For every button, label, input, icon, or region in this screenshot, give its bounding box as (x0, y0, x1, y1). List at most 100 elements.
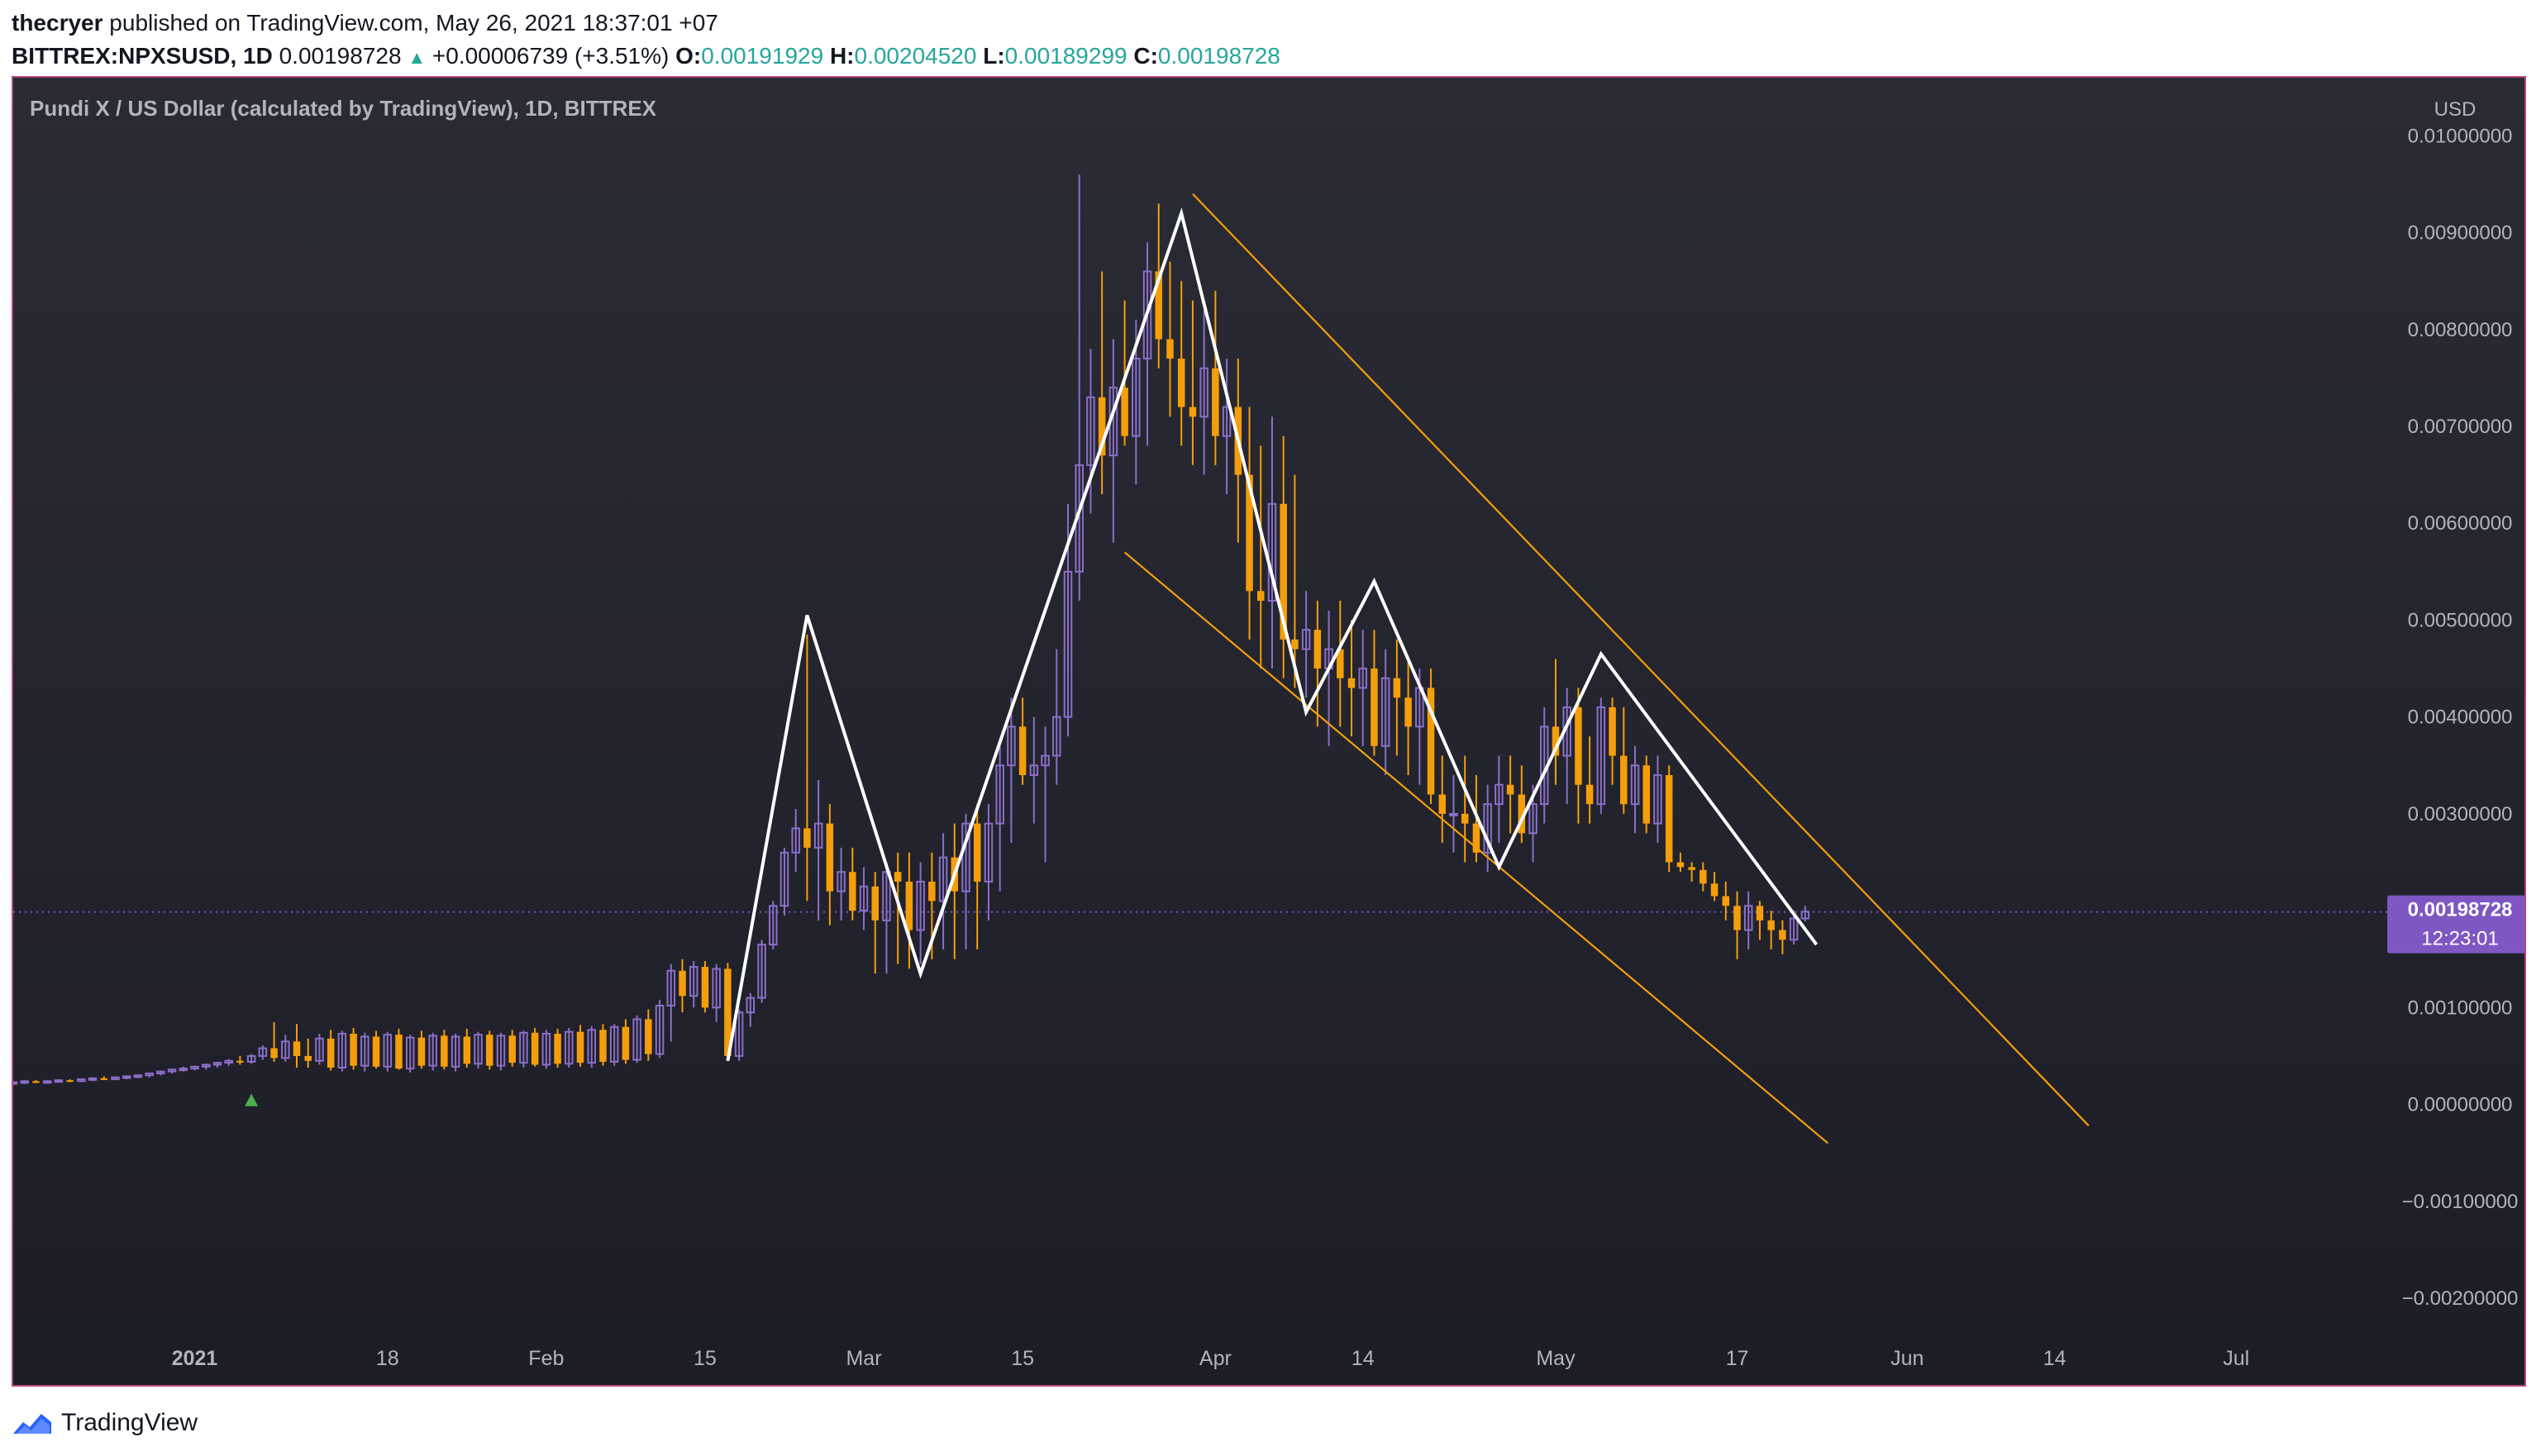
open-value: 0.00191929 (701, 43, 824, 69)
candle-body-down (463, 1036, 471, 1064)
tradingview-brand[interactable]: TradingView (61, 1409, 198, 1437)
candle-body-down (622, 1026, 630, 1060)
candle-body-down (894, 872, 902, 882)
y-tick-label: 0.00400000 (2408, 707, 2513, 729)
candle-body-down (1347, 678, 1356, 688)
candle-body-down (1371, 669, 1378, 746)
candle-body-down (1189, 407, 1197, 417)
candle-body-down (1393, 678, 1401, 698)
candle-body-down (1256, 591, 1265, 601)
low-value: 0.00189299 (1004, 43, 1127, 69)
candle-body-down (270, 1048, 278, 1059)
candle-body-down (599, 1030, 607, 1062)
candle-body-down (803, 828, 811, 848)
candle-body-up (13, 1081, 18, 1085)
candle-body-down (1710, 883, 1719, 897)
candle-body-down (508, 1035, 516, 1063)
x-tick-label: Jul (2223, 1347, 2249, 1370)
candle-body-down (554, 1033, 561, 1064)
candle-body-down (1438, 794, 1447, 814)
candle-body-down (1609, 707, 1616, 756)
close-label: C: (1133, 43, 1158, 69)
candle-body-up (42, 1080, 52, 1084)
candle-body-down (645, 1019, 652, 1054)
candle-body-down (350, 1033, 357, 1066)
candle-body-down (1461, 813, 1469, 824)
x-tick-label: 15 (1011, 1347, 1034, 1370)
candle-body-down (304, 1055, 312, 1061)
publication-line: thecryer published on TradingView.com, M… (12, 7, 718, 40)
candle-body-down (1121, 388, 1128, 436)
candle-body-down (486, 1035, 493, 1066)
y-tick-label: 0.00100000 (2408, 997, 2513, 1019)
candle-body-down (100, 1078, 108, 1080)
candle-body-down (679, 970, 686, 997)
candle-body-up (179, 1068, 188, 1072)
candle-body-down (417, 1037, 426, 1066)
x-tick-label: 2021 (172, 1347, 218, 1370)
candle-body-down (236, 1060, 244, 1063)
candle-body-up (1449, 812, 1458, 816)
candle-body-down (1722, 896, 1730, 906)
candle-body-down (1212, 368, 1219, 436)
candle-body-up (88, 1077, 98, 1081)
open-label: O: (675, 43, 702, 69)
candle-body-down (1177, 358, 1185, 407)
last-price-badge-value: 0.00198728 (2408, 899, 2513, 921)
candle-body-down (1756, 906, 1764, 921)
candle-body-down (1676, 862, 1685, 868)
y-tick-label: 0.00000000 (2408, 1094, 2513, 1116)
x-tick-label: Feb (528, 1347, 564, 1370)
ohlc-legend: BITTREX:NPXSUSD, 1D 0.00198728 ▲ +0.0000… (12, 40, 1280, 74)
candle-body-down (66, 1080, 74, 1082)
published-text: published on TradingView.com, May 26, 20… (109, 10, 718, 36)
candle-body-down (327, 1038, 335, 1068)
chart-frame: Pundi X / US Dollar (calculated by Tradi… (12, 76, 2526, 1387)
tradingview-logo-icon[interactable] (12, 1411, 53, 1435)
high-label: H: (829, 43, 855, 69)
y-tick-label: 0.00300000 (2408, 803, 2513, 826)
candle-body-down (905, 881, 913, 930)
candle-body-down (1506, 784, 1514, 795)
y-tick-label: 0.00600000 (2408, 512, 2513, 535)
publication-header: thecryer published on TradingView.com, M… (12, 7, 2524, 73)
chart-title: Pundi X / US Dollar (calculated by Tradi… (30, 96, 657, 121)
y-tick-label: 0.00800000 (2408, 319, 2513, 341)
candle-body-down (441, 1035, 448, 1067)
candle-body-down (1642, 765, 1650, 824)
candle-body-down (372, 1036, 380, 1067)
candle-body-down (395, 1035, 403, 1069)
x-tick-label: Mar (846, 1347, 881, 1370)
candle-body-up (133, 1074, 143, 1078)
candle-body-down (849, 872, 856, 911)
last-price: 0.00198728 (279, 43, 402, 69)
candle-body-down (576, 1031, 584, 1063)
candle-body-up (54, 1079, 64, 1083)
candle-body-down (1767, 920, 1775, 930)
candle-body-down (928, 881, 936, 902)
currency-label[interactable]: USD (2434, 98, 2477, 121)
candle-body-down (1733, 906, 1741, 930)
high-value: 0.00204520 (854, 43, 977, 69)
x-tick-label: May (1536, 1347, 1576, 1370)
x-tick-label: 15 (694, 1347, 717, 1370)
x-tick-label: 18 (376, 1347, 399, 1370)
candle-body-up (122, 1075, 131, 1079)
candle-body-down (1166, 339, 1174, 359)
author-name[interactable]: thecryer (12, 10, 103, 36)
bar-countdown: 12:23:01 (2421, 928, 2498, 950)
candle-body-down (531, 1032, 539, 1065)
candle-body-down (973, 823, 981, 882)
price-chart[interactable]: Pundi X / US Dollar (calculated by Tradi… (13, 78, 2524, 1385)
x-tick-label: 17 (1726, 1347, 1749, 1370)
last-price-badge: 0.00198728 12:23:01 (2387, 895, 2524, 954)
price-change: +0.00006739 (+3.51%) (431, 43, 670, 69)
candle-body-down (1585, 784, 1594, 805)
candle-body-down (1700, 869, 1707, 884)
candle-body-down (1688, 867, 1695, 870)
y-tick-label: −0.00100000 (2402, 1191, 2519, 1213)
y-tick-label: 0.01000000 (2408, 125, 2513, 147)
y-tick-label: 0.00900000 (2408, 222, 2513, 245)
candle-body-down (1404, 697, 1412, 727)
symbol-label: BITTREX:NPXSUSD, 1D (12, 43, 273, 69)
